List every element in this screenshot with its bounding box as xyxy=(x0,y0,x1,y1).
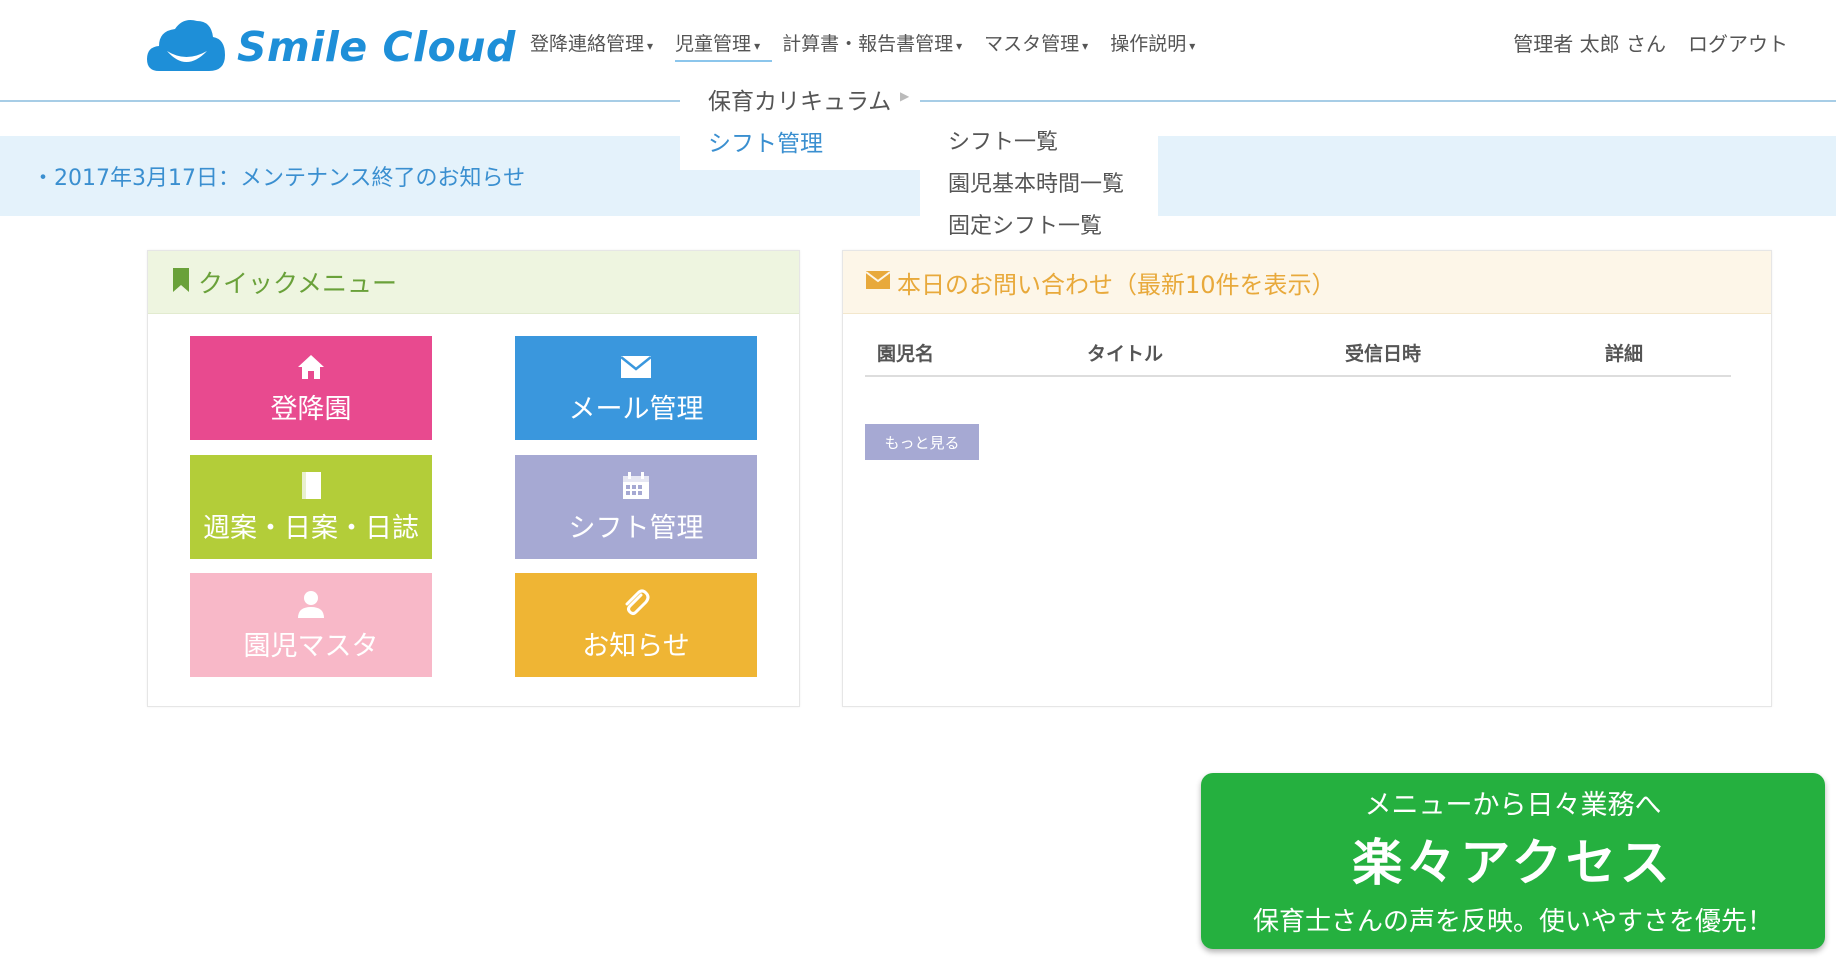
tile-label: 園児マスタ xyxy=(243,630,379,662)
envelope-icon xyxy=(865,270,891,294)
tile-label: お知らせ xyxy=(582,630,690,662)
submenu-item-shift-list[interactable]: シフト一覧 xyxy=(948,124,1058,156)
tile-label: メール管理 xyxy=(568,393,704,425)
tile-child-master-button[interactable]: 園児マスタ xyxy=(190,573,432,677)
inquiry-header: 本日のお問い合わせ（最新10件を表示） xyxy=(843,251,1771,314)
more-button[interactable]: もっと見る xyxy=(865,424,979,460)
caret-down-icon: ▾ xyxy=(647,39,654,53)
nav-item-children[interactable]: 児童管理 ▾ xyxy=(675,28,773,62)
menu-item-curriculum[interactable]: 保育カリキュラム xyxy=(708,82,891,116)
user-icon xyxy=(296,588,326,620)
tile-label: 登降園 xyxy=(270,393,352,425)
submenu-arrow-icon: ▶ xyxy=(900,89,910,103)
tile-shift-button[interactable]: シフト管理 xyxy=(515,455,757,559)
nav-item-label: 計算書・報告書管理 xyxy=(782,33,954,55)
nav-item-reports[interactable]: 計算書・報告書管理 ▾ xyxy=(782,28,974,60)
callout-caption: 保育士さんの声を反映。使いやすさを優先！ xyxy=(1252,907,1773,937)
tile-attendance-button[interactable]: 登降園 xyxy=(190,336,432,440)
logout-link[interactable]: ログアウト xyxy=(1688,28,1788,60)
shift-submenu: シフト一覧 園児基本時間一覧 固定シフト一覧 xyxy=(920,112,1158,252)
quick-menu-title: クイックメニュー xyxy=(198,269,398,298)
caret-down-icon: ▾ xyxy=(1082,39,1089,53)
inquiry-title: 本日のお問い合わせ（最新10件を表示） xyxy=(897,270,1336,299)
main-nav: 登降連絡管理 ▾ 児童管理 ▾ 計算書・報告書管理 ▾ マスタ管理 ▾ 操作説明 ▾ xyxy=(530,28,1217,62)
bookmark-icon xyxy=(172,267,190,297)
submenu-item-fixed-shift[interactable]: 固定シフト一覧 xyxy=(948,208,1102,240)
nav-item-pickup[interactable]: 登降連絡管理 ▾ xyxy=(530,28,665,60)
tile-notice-button[interactable]: お知らせ xyxy=(515,573,757,677)
calendar-icon xyxy=(622,470,650,502)
book-icon xyxy=(299,470,323,502)
column-header-detail: 詳細 xyxy=(1605,343,1644,365)
paperclip-icon xyxy=(621,588,651,620)
column-header-received: 受信日時 xyxy=(1345,343,1422,365)
nav-item-label: 登降連絡管理 xyxy=(530,33,645,55)
menu-item-shift[interactable]: シフト管理 xyxy=(708,124,823,158)
nav-item-label: 児童管理 xyxy=(675,33,752,55)
tile-label: 週案・日案・日誌 xyxy=(203,512,419,544)
caret-down-icon: ▾ xyxy=(956,39,963,53)
user-name[interactable]: 管理者 太郎 さん xyxy=(1513,28,1666,60)
callout-headline: 楽々アクセス xyxy=(1352,834,1674,892)
caret-down-icon: ▾ xyxy=(1189,39,1196,53)
nav-item-label: マスタ管理 xyxy=(984,33,1080,55)
nav-item-help[interactable]: 操作説明 ▾ xyxy=(1110,28,1207,60)
cloud-smile-logo-icon xyxy=(145,15,227,79)
tile-label: シフト管理 xyxy=(568,512,704,544)
nav-item-master[interactable]: マスタ管理 ▾ xyxy=(984,28,1100,60)
logo[interactable]: Smile Cloud xyxy=(145,12,516,82)
quick-menu-header: クイックメニュー xyxy=(148,251,799,314)
nav-item-label: 操作説明 xyxy=(1110,33,1187,55)
callout-subtitle: メニューから日々業務へ xyxy=(1364,790,1662,821)
promo-callout: メニューから日々業務へ 楽々アクセス 保育士さんの声を反映。使いやすさを優先！ xyxy=(1201,773,1825,949)
home-icon xyxy=(296,351,326,383)
submenu-item-basic-hours[interactable]: 園児基本時間一覧 xyxy=(948,166,1124,198)
inquiry-panel: 本日のお問い合わせ（最新10件を表示） 園児名 タイトル 受信日時 詳細 もっと… xyxy=(842,250,1772,707)
column-header-child-name: 園児名 xyxy=(877,343,935,365)
tile-journal-button[interactable]: 週案・日案・日誌 xyxy=(190,455,432,559)
tile-mail-button[interactable]: メール管理 xyxy=(515,336,757,440)
caret-down-icon: ▾ xyxy=(754,39,761,53)
quick-menu-panel: クイックメニュー 登降園 メール管理 週案・日案・日誌 シフト管理 園児マスタ xyxy=(147,250,800,707)
envelope-icon xyxy=(620,351,652,383)
brand-name: Smile Cloud xyxy=(237,23,516,71)
user-area: 管理者 太郎 さん ログアウト xyxy=(1513,28,1788,60)
children-dropdown-menu: 保育カリキュラム ▶ シフト管理 xyxy=(680,78,920,170)
inquiry-table-header: 園児名 タイトル 受信日時 詳細 xyxy=(865,339,1731,377)
notice-link[interactable]: ・2017年3月17日：メンテナンス終了のお知らせ xyxy=(32,160,525,192)
column-header-title: タイトル xyxy=(1087,343,1164,365)
